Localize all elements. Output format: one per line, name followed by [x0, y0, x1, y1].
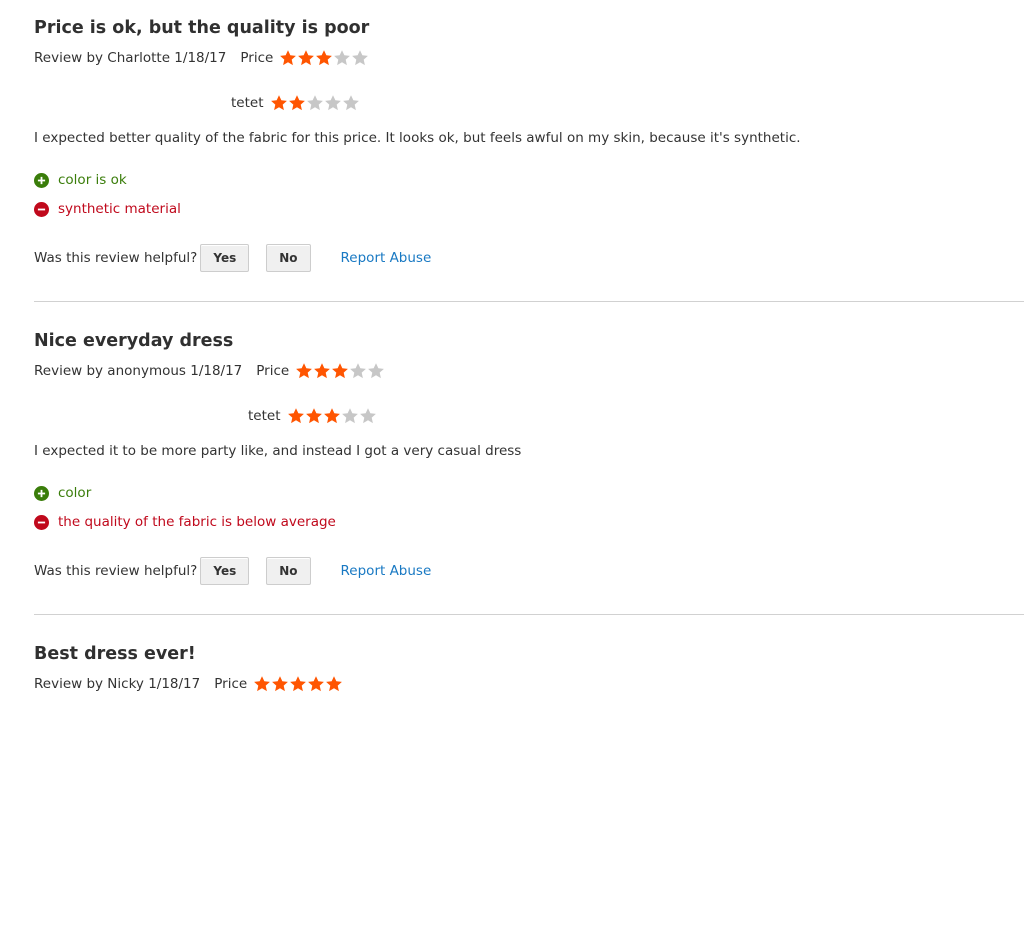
- star-filled-icon: [288, 95, 305, 111]
- report-abuse-link[interactable]: Report Abuse: [341, 250, 432, 266]
- star-rating: [287, 407, 377, 425]
- star-empty-icon: [334, 50, 351, 66]
- star-filled-icon: [316, 50, 333, 66]
- yes-button[interactable]: Yes: [200, 557, 250, 585]
- review-meta: Review by Charlotte 1/18/17 Price: [34, 49, 369, 67]
- star-filled-icon: [332, 363, 349, 379]
- star-filled-icon: [314, 363, 331, 379]
- star-filled-icon: [254, 676, 271, 692]
- star-filled-icon: [323, 408, 340, 424]
- rating-tetet: tetet: [231, 94, 360, 112]
- star-rating: [253, 675, 343, 693]
- divider: [34, 614, 1024, 615]
- review-text: I expected better quality of the fabric …: [34, 130, 801, 146]
- star-empty-icon: [368, 363, 385, 379]
- star-filled-icon: [298, 50, 315, 66]
- star-rating: [295, 362, 385, 380]
- review-item: Price is ok, but the quality is poor Rev…: [0, 0, 1024, 313]
- rating-tetet: tetet: [248, 407, 377, 425]
- rating-label: Price: [256, 363, 290, 379]
- helpful-prompt: Was this review helpful?: [34, 250, 198, 266]
- star-filled-icon: [290, 676, 307, 692]
- plus-icon: [34, 485, 49, 501]
- rating-label: Price: [214, 676, 248, 692]
- helpful-row: Was this review helpful? Yes No Report A…: [34, 244, 431, 272]
- helpful-row: Was this review helpful? Yes No Report A…: [34, 557, 431, 585]
- divider: [34, 301, 1024, 302]
- no-button[interactable]: No: [266, 244, 311, 272]
- helpful-prompt: Was this review helpful?: [34, 563, 198, 579]
- yes-button[interactable]: Yes: [200, 244, 250, 272]
- star-empty-icon: [341, 408, 358, 424]
- review-item: Best dress ever! Review by Nicky 1/18/17…: [0, 626, 1024, 939]
- star-empty-icon: [324, 95, 341, 111]
- review-con: synthetic material: [34, 201, 181, 217]
- rating-price: Price: [240, 49, 369, 67]
- review-title: Best dress ever!: [34, 644, 196, 664]
- plus-icon: [34, 172, 49, 188]
- star-rating: [270, 94, 360, 112]
- review-text: I expected it to be more party like, and…: [34, 443, 522, 459]
- review-pro: color is ok: [34, 172, 127, 188]
- review-item: Nice everyday dress Review by anonymous …: [0, 313, 1024, 626]
- star-empty-icon: [342, 95, 359, 111]
- review-pro: color: [34, 485, 91, 501]
- star-filled-icon: [280, 50, 297, 66]
- review-title: Nice everyday dress: [34, 331, 234, 351]
- rating-price: Price: [256, 362, 385, 380]
- star-empty-icon: [306, 95, 323, 111]
- star-filled-icon: [326, 676, 343, 692]
- star-filled-icon: [296, 363, 313, 379]
- star-filled-icon: [270, 95, 287, 111]
- review-con: the quality of the fabric is below avera…: [34, 514, 336, 530]
- rating-label: Price: [240, 50, 274, 66]
- con-text: the quality of the fabric is below avera…: [58, 514, 336, 530]
- star-filled-icon: [305, 408, 322, 424]
- rating-label: tetet: [248, 408, 281, 424]
- minus-icon: [34, 201, 49, 217]
- review-title: Price is ok, but the quality is poor: [34, 18, 370, 38]
- no-button[interactable]: No: [266, 557, 311, 585]
- report-abuse-link[interactable]: Report Abuse: [341, 563, 432, 579]
- star-empty-icon: [350, 363, 367, 379]
- pro-text: color: [58, 485, 92, 501]
- review-meta: Review by anonymous 1/18/17 Price: [34, 362, 385, 380]
- review-byline: Review by Charlotte 1/18/17: [34, 50, 227, 66]
- minus-icon: [34, 514, 49, 530]
- review-byline: Review by anonymous 1/18/17: [34, 363, 243, 379]
- star-filled-icon: [287, 408, 304, 424]
- review-meta: Review by Nicky 1/18/17 Price: [34, 675, 343, 693]
- star-rating: [279, 49, 369, 67]
- rating-price: Price: [214, 675, 343, 693]
- con-text: synthetic material: [58, 201, 181, 217]
- star-empty-icon: [352, 50, 369, 66]
- pro-text: color is ok: [58, 172, 127, 188]
- star-empty-icon: [359, 408, 376, 424]
- review-byline: Review by Nicky 1/18/17: [34, 676, 201, 692]
- rating-label: tetet: [231, 95, 264, 111]
- star-filled-icon: [272, 676, 289, 692]
- star-filled-icon: [308, 676, 325, 692]
